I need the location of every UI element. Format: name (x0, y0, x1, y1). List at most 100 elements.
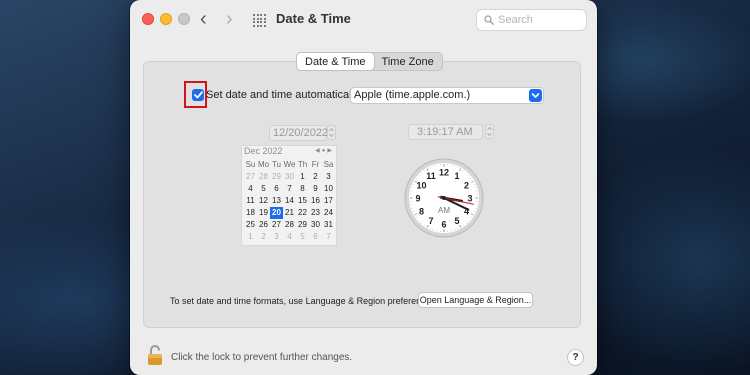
settings-panel: Set date and time automatically: Apple (… (143, 61, 581, 328)
date-stepper[interactable] (327, 125, 336, 140)
clock-center-pin (442, 196, 446, 200)
format-hint-text: To set date and time formats, use Langua… (170, 296, 438, 306)
clock-number: 10 (416, 181, 426, 191)
tab-bar: Date & Time Time Zone (296, 52, 443, 71)
analog-clock: 12 1234567891011AM (404, 158, 484, 238)
calendar-day[interactable]: 2 (309, 171, 322, 183)
chevron-down-icon (529, 89, 542, 102)
calendar-day[interactable]: 23 (309, 207, 322, 219)
calendar-day[interactable]: 24 (322, 207, 335, 219)
title-bar: ‹ › Date & Time Search (130, 0, 597, 40)
clock-number: 2 (464, 181, 469, 191)
window-title: Date & Time (276, 11, 351, 26)
calendar-day[interactable]: 7 (322, 231, 335, 243)
calendar-day[interactable]: 22 (296, 207, 309, 219)
calendar-day[interactable]: 17 (322, 195, 335, 207)
auto-time-label: Set date and time automatically: (206, 89, 363, 101)
stepper-arrows-icon (487, 126, 492, 137)
calendar-day[interactable]: 5 (257, 183, 270, 195)
time-server-select[interactable]: Apple (time.apple.com.) (350, 87, 544, 104)
calendar-day[interactable]: 27 (270, 219, 283, 231)
calendar-nav-icons[interactable]: ◀●▶ (315, 147, 334, 154)
open-language-region-button[interactable]: Open Language & Region... (418, 292, 533, 308)
calendar-day[interactable]: 18 (244, 207, 257, 219)
calendar-day[interactable]: 5 (296, 231, 309, 243)
calendar-day[interactable]: 29 (296, 219, 309, 231)
forward-arrow-icon[interactable]: › (226, 9, 233, 29)
calendar-day[interactable]: 4 (244, 183, 257, 195)
auto-time-checkbox[interactable] (192, 89, 204, 101)
time-field[interactable]: 3:19:17 AM (408, 124, 483, 140)
calendar: Dec 2022 ◀●▶ Su Mo Tu We Th Fr Sa 27 28 29 30 1 2 3 4 5… (241, 145, 337, 246)
back-arrow-icon[interactable]: ‹ (200, 9, 207, 29)
clock-number: 1 (454, 171, 459, 181)
calendar-day[interactable]: 14 (283, 195, 296, 207)
calendar-day[interactable]: 26 (257, 219, 270, 231)
calendar-day[interactable]: 16 (309, 195, 322, 207)
calendar-day[interactable]: 3 (322, 171, 335, 183)
checkmark-icon (193, 91, 203, 99)
calendar-day[interactable]: 25 (244, 219, 257, 231)
calendar-day[interactable]: 13 (270, 195, 283, 207)
preferences-window: ‹ › Date & Time Search Date & Time Time … (130, 0, 597, 375)
calendar-day[interactable]: 4 (283, 231, 296, 243)
help-button[interactable]: ? (567, 349, 584, 366)
lock-icon[interactable] (147, 344, 163, 366)
calendar-day[interactable]: 10 (322, 183, 335, 195)
calendar-day[interactable]: 3 (270, 231, 283, 243)
calendar-day[interactable]: 2 (257, 231, 270, 243)
calendar-day[interactable]: 1 (244, 231, 257, 243)
calendar-day[interactable]: 8 (296, 183, 309, 195)
weekday-label: Su (245, 160, 256, 169)
calendar-day[interactable]: 6 (270, 183, 283, 195)
search-placeholder: Search (498, 14, 533, 26)
close-window-button[interactable] (142, 13, 154, 25)
calendar-day[interactable]: 7 (283, 183, 296, 195)
calendar-day[interactable]: 28 (257, 171, 270, 183)
weekday-label: We (283, 160, 296, 169)
calendar-day[interactable]: 28 (283, 219, 296, 231)
stepper-arrows-icon (329, 127, 334, 138)
clock-number: 7 (428, 216, 433, 226)
weekday-label: Mo (257, 160, 270, 169)
clock-number: 3 (467, 194, 472, 204)
search-icon (484, 15, 494, 25)
calendar-day[interactable]: 19 (257, 207, 270, 219)
calendar-day[interactable]: 29 (270, 171, 283, 183)
calendar-grid: Su Mo Tu We Th Fr Sa 27 28 29 30 1 2 3 4 5 6 7 8 9 10 11 12 13 1… (244, 159, 335, 243)
calendar-day[interactable]: 1 (296, 171, 309, 183)
weekday-label: Fr (311, 160, 320, 169)
date-field[interactable]: 12/20/2022 (269, 125, 328, 141)
calendar-day[interactable]: 30 (309, 219, 322, 231)
time-server-value: Apple (time.apple.com.) (354, 89, 471, 101)
calendar-header: Dec 2022 ◀●▶ (242, 146, 338, 157)
tab-time-zone[interactable]: Time Zone (374, 53, 442, 70)
calendar-day[interactable]: 9 (309, 183, 322, 195)
calendar-month-label: Dec 2022 (244, 146, 283, 156)
calendar-day[interactable]: 11 (244, 195, 257, 207)
tab-date-time[interactable]: Date & Time (297, 53, 374, 70)
search-field[interactable]: Search (476, 9, 587, 31)
minimize-window-button[interactable] (160, 13, 172, 25)
weekday-label: Th (297, 160, 308, 169)
calendar-day[interactable]: 6 (309, 231, 322, 243)
lock-text: Click the lock to prevent further change… (171, 352, 353, 363)
clock-number: 8 (419, 207, 424, 217)
calendar-day[interactable]: 27 (244, 171, 257, 183)
show-all-grid-icon[interactable] (253, 14, 267, 28)
weekday-label: Tu (271, 160, 282, 169)
clock-number: 6 (441, 220, 446, 230)
weekday-label: Sa (323, 160, 334, 169)
zoom-window-button[interactable] (178, 13, 190, 25)
clock-number: 5 (454, 216, 459, 226)
calendar-day[interactable]: 12 (257, 195, 270, 207)
calendar-day[interactable]: 30 (283, 171, 296, 183)
calendar-day[interactable]: 21 (283, 207, 296, 219)
clock-number: 9 (415, 194, 420, 204)
clock-number: 12 (439, 168, 449, 178)
calendar-day[interactable]: 15 (296, 195, 309, 207)
clock-ampm-label: AM (438, 206, 450, 215)
time-stepper[interactable] (485, 124, 494, 139)
calendar-day[interactable]: 31 (322, 219, 335, 231)
calendar-day-selected[interactable]: 20 (270, 207, 283, 219)
